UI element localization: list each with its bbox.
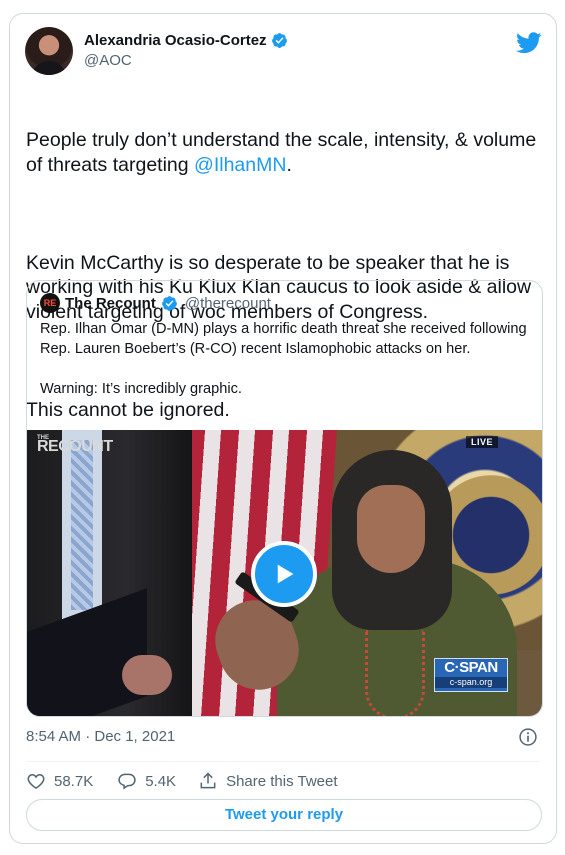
tweet-timestamp[interactable]: 8:54 AM · Dec 1, 2021 [26, 728, 175, 745]
quoted-paragraph-2: Warning: It’s incredibly graphic. [40, 381, 242, 397]
live-badge: LIVE [465, 436, 498, 448]
author-name-row: Alexandria Ocasio-Cortez [84, 32, 288, 49]
quoted-tweet[interactable]: RE The Recount @therecount Rep. Ilhan Om… [26, 280, 543, 717]
play-button[interactable] [251, 541, 317, 607]
quoted-author-avatar[interactable]: RE [40, 293, 60, 313]
reply-icon [118, 773, 136, 790]
quoted-tweet-body: Rep. Ilhan Omar (D-MN) plays a horrific … [40, 319, 530, 399]
video-player[interactable]: THE RECOUNT LIVE C·SPAN c-span.org [27, 430, 542, 716]
tweet-paragraph-1: People truly don’t understand the scale,… [26, 129, 542, 176]
recount-watermark: RECOUNT [37, 438, 113, 455]
play-icon [277, 564, 294, 584]
author-display-name[interactable]: Alexandria Ocasio-Cortez [84, 32, 267, 49]
share-button[interactable]: Share this Tweet [198, 771, 338, 791]
tweet-card: Alexandria Ocasio-Cortez @AOC People tru… [9, 13, 557, 844]
mention-link[interactable]: @IlhanMN [194, 154, 286, 176]
quoted-paragraph-1: Rep. Ilhan Omar (D-MN) plays a horrific … [40, 321, 527, 357]
twitter-bird-icon[interactable] [516, 32, 542, 54]
reply-button[interactable]: 5.4K [117, 771, 176, 791]
share-label: Share this Tweet [226, 772, 338, 790]
info-icon[interactable] [518, 727, 538, 747]
cspan-logo: C·SPAN c-span.org [434, 658, 508, 692]
share-icon [200, 772, 216, 789]
author-avatar[interactable] [25, 27, 73, 75]
quoted-tweet-header: RE The Recount @therecount [40, 293, 271, 313]
divider [26, 761, 540, 762]
verified-badge-icon [271, 33, 287, 48]
tweet-actions: 58.7K 5.4K Share this Tweet [26, 771, 338, 791]
reply-count: 5.4K [145, 772, 177, 790]
video-person-left [27, 430, 192, 716]
quoted-author-name[interactable]: The Recount [65, 295, 156, 312]
tweet-reply-button[interactable]: Tweet your reply [26, 799, 542, 831]
verified-badge-icon [161, 295, 177, 311]
like-button[interactable]: 58.7K [26, 771, 93, 791]
quoted-author-handle[interactable]: @therecount [185, 295, 271, 312]
like-count: 58.7K [54, 772, 94, 790]
heart-icon [27, 773, 45, 789]
author-handle[interactable]: @AOC [84, 52, 132, 69]
